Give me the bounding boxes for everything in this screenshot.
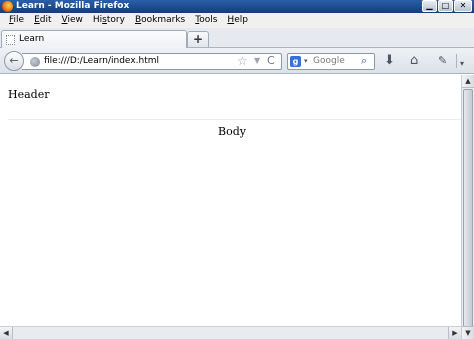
navigation-toolbar: file:///D:/Learn/index.html ☆ ▼ C ← g ▾ … <box>0 48 474 74</box>
window-titlebar: Learn - Mozilla Firefox ▁ □ ✕ <box>0 0 474 13</box>
url-bar[interactable]: file:///D:/Learn/index.html ☆ ▼ C <box>22 53 282 70</box>
tab-learn[interactable]: Learn <box>1 30 187 48</box>
tab-label: Learn <box>19 34 45 44</box>
menu-view[interactable]: View <box>57 13 88 28</box>
new-tab-button[interactable]: + <box>187 31 209 47</box>
url-text[interactable]: file:///D:/Learn/index.html <box>44 56 159 66</box>
blank-page-icon <box>6 35 15 45</box>
search-icon[interactable]: ⌕ <box>361 54 367 68</box>
search-bar[interactable]: g ▾ Google ⌕ <box>287 53 375 70</box>
scroll-up-button[interactable]: ▲ <box>462 75 474 88</box>
scroll-left-button[interactable]: ◀ <box>0 327 13 339</box>
menu-history[interactable]: History <box>88 13 130 28</box>
vertical-scroll-thumb[interactable] <box>463 89 473 327</box>
search-engine-dropdown-icon[interactable]: ▾ <box>304 57 308 65</box>
reload-icon[interactable]: C <box>267 54 275 67</box>
scroll-down-button[interactable]: ▼ <box>462 326 474 339</box>
scroll-right-button[interactable]: ▶ <box>448 327 461 339</box>
page-content: Header Body <box>0 75 461 326</box>
back-button[interactable]: ← <box>4 51 24 71</box>
close-button[interactable]: ✕ <box>454 0 472 12</box>
menu-edit[interactable]: Edit <box>29 13 56 28</box>
url-dropdown-icon[interactable]: ▼ <box>254 56 260 65</box>
page-body: Body <box>218 125 246 138</box>
menu-help[interactable]: Help <box>222 13 253 28</box>
menu-bar: File Edit View History Bookmarks Tools H… <box>0 13 474 28</box>
horizontal-scrollbar[interactable]: ◀ ▶ <box>0 326 461 339</box>
menu-file[interactable]: File <box>4 13 29 28</box>
download-icon[interactable]: ⬇ <box>384 53 395 69</box>
window-controls: ▁ □ ✕ <box>422 0 472 13</box>
globe-icon[interactable] <box>30 57 40 67</box>
firefox-logo-icon[interactable] <box>2 1 13 12</box>
menu-bookmarks[interactable]: Bookmarks <box>130 13 190 28</box>
maximize-button[interactable]: □ <box>438 0 453 12</box>
minimize-button[interactable]: ▁ <box>422 0 437 12</box>
search-input[interactable]: Google <box>313 56 345 66</box>
header-divider <box>8 119 461 120</box>
page-header: Header <box>8 88 50 101</box>
bookmark-star-icon[interactable]: ☆ <box>237 54 248 68</box>
google-icon[interactable]: g <box>290 56 301 67</box>
window-title: Learn - Mozilla Firefox <box>16 1 130 11</box>
tab-strip: Learn + <box>0 28 474 48</box>
toolbar-separator <box>456 54 457 68</box>
vertical-scrollbar[interactable]: ▲ ▼ <box>461 75 474 339</box>
toolbar-menu-dropdown-icon[interactable]: ▾ <box>460 56 464 72</box>
addon-icon[interactable]: ✎ <box>438 53 447 69</box>
menu-tools[interactable]: Tools <box>190 13 222 28</box>
home-icon[interactable]: ⌂ <box>410 53 418 69</box>
